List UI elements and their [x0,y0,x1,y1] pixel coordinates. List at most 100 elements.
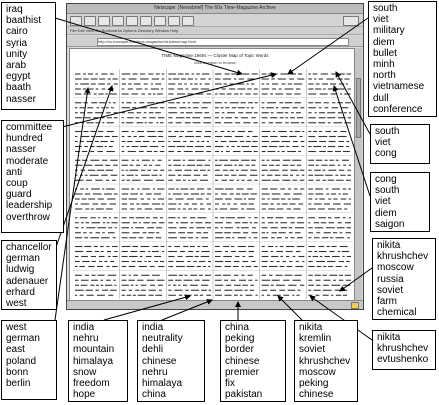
keyword-west-german-4: bonn [6,366,29,378]
keyword-nikita-kremlin-0: nikita [299,322,323,333]
keyword-committee-1: hundred [6,133,43,145]
find-button-icon[interactable] [168,16,180,26]
back-button-icon[interactable] [70,16,82,26]
security-lock-icon [351,302,359,309]
keyword-china-peking-2: border [225,344,254,356]
keyword-india-nehru-4: snow [73,366,97,378]
keyword-chancellor-5: west [6,298,27,310]
keyword-india-nehru-6: hope [73,389,96,401]
keyword-committee-8: overthrow [6,211,50,223]
keyword-south-cong-0: south [375,126,400,137]
keyword-iraq-7: baath [6,82,32,94]
scroll-thumb[interactable] [356,78,361,138]
keyword-chancellor-1: german [6,253,40,265]
menu-bar[interactable]: File Edit View Go Bookmarks Options Dire… [67,27,363,35]
reload-button-icon[interactable] [112,16,124,26]
keyword-india-nehru-0: india [73,322,95,333]
keyword-west-german-0: west [6,322,27,333]
keyword-south-viet-5: minh [373,59,395,71]
cluster-map-grid[interactable] [73,69,353,299]
keyword-cong-saigon-2: viet [375,196,391,208]
keyword-china-peking-6: pakistan [225,389,263,401]
images-button-icon[interactable] [126,16,138,26]
keyword-west-german-5: berlin [6,378,31,390]
keyword-box-south-viet: south viet military diem bullet minh north viet… [368,1,437,117]
keyword-cong-saigon-4: saigon [375,218,405,230]
keyword-box-nikita-kremlin: nikita kremlin soviet khrushchev moscow pekin… [294,320,358,402]
keyword-cong-saigon-0: cong [375,174,397,185]
keyword-box-chancellor: chancellor german ludwig adenauer erhard west [1,240,57,310]
keyword-south-cong-2: cong [375,148,397,160]
keyword-box-cong-saigon: cong south viet diem saigon [370,172,430,232]
keyword-south-viet-9: conference [373,103,423,115]
keyword-iraq-0: iraq [6,4,23,15]
keyword-india-nehru-2: mountain [73,344,115,356]
home-button-icon[interactable] [98,16,110,26]
keyword-south-viet-0: south [373,3,398,14]
keyword-committee-6: guard [6,189,32,201]
keyword-nikita-farm-3: russia [377,273,404,285]
keyword-india-neutral-4: nehru [142,366,168,378]
keyword-cong-saigon-1: south [375,185,400,197]
keyword-box-china-peking: china peking border chinese premier fix pakist… [220,320,286,402]
print-button-icon[interactable] [154,16,166,26]
keyword-chancellor-3: adenauer [6,275,49,287]
keyword-box-nikita-farm: nikita khrushchev moscow russia soviet farm ch… [372,238,436,320]
keyword-committee-2: nasser [6,144,37,156]
keyword-south-viet-3: diem [373,36,395,48]
keyword-india-nehru-5: freedom [73,378,110,390]
keyword-box-west-german: west german east poland bonn berlin [1,320,57,400]
keyword-iraq-8: nasser [6,93,37,105]
keyword-iraq-3: syria [6,37,28,49]
keyword-nikita-farm-2: moscow [377,262,414,274]
window-title: Netscape: [Newsbrief] The 60s Time-Magaz… [67,4,363,14]
keyword-committee-5: coup [6,178,28,190]
keyword-committee-4: anti [6,166,23,178]
keyword-china-peking-1: peking [225,333,255,345]
keyword-committee-0: committee [6,122,53,133]
keyword-box-india-neutral: india neutrality dehli chinese nehru himalaya… [137,320,205,402]
keyword-nikita-farm-0: nikita [377,240,401,251]
keyword-nikita-farm-1: khrushchev [377,251,429,263]
keyword-india-neutral-0: india [142,322,164,333]
keyword-iraq-4: unity [6,48,28,60]
keyword-committee-7: leadership [6,200,53,212]
keyword-nikita-evtu-1: khrushchev [377,343,429,355]
keyword-india-neutral-2: dehli [142,344,164,356]
keyword-chancellor-4: erhard [6,286,35,298]
forward-button-icon[interactable] [84,16,96,26]
keyword-india-neutral-3: chinese [142,355,177,367]
document-subtitle: click a region to browse [194,60,236,65]
keyword-iraq-6: egypt [6,71,31,83]
keyword-nikita-kremlin-6: chinese [299,389,334,401]
keyword-india-neutral-1: neutrality [142,333,183,345]
location-bar: http://cs.example.edu/time-magazine/clus… [67,36,363,47]
vertical-scrollbar[interactable] [354,48,362,301]
keyword-nikita-evtu-0: nikita [377,332,401,343]
keyword-south-viet-8: dull [373,92,389,104]
page-content: TIME Magazine 1960s — Cluster Map of Top… [69,48,357,303]
keyword-iraq-5: arab [6,60,27,72]
keyword-box-committee: committee hundred nasser moderate anti coup gu… [1,120,64,233]
keyword-south-viet-7: vietnamese [373,81,425,93]
keyword-box-south-cong: south viet cong [370,124,430,164]
keyword-south-viet-6: north [373,70,396,82]
keyword-west-german-1: german [6,333,40,345]
keyword-box-iraq: iraq baathist cairo syria unity arab egypt baat… [1,2,56,110]
open-button-icon[interactable] [140,16,152,26]
netscape-logo-icon [343,16,359,26]
keyword-china-peking-0: china [225,322,249,333]
document-title: TIME Magazine 1960s — Cluster Map of Top… [161,53,269,58]
keyword-china-peking-4: premier [225,366,259,378]
url-input[interactable]: http://cs.example.edu/time-magazine/clus… [97,38,349,46]
keyword-nikita-kremlin-1: kremlin [299,333,332,345]
keyword-india-neutral-6: china [142,389,166,401]
stop-button-icon[interactable] [182,16,194,26]
keyword-nikita-kremlin-3: khrushchev [299,355,351,367]
keyword-iraq-1: baathist [6,15,42,27]
keyword-iraq-2: cairo [6,26,28,38]
keyword-box-nikita-evtu: nikita khrushchev evtushenko [372,330,436,370]
keyword-india-nehru-1: nehru [73,333,99,345]
keyword-nikita-kremlin-4: moscow [299,366,336,378]
keyword-chancellor-2: ludwig [6,264,35,276]
